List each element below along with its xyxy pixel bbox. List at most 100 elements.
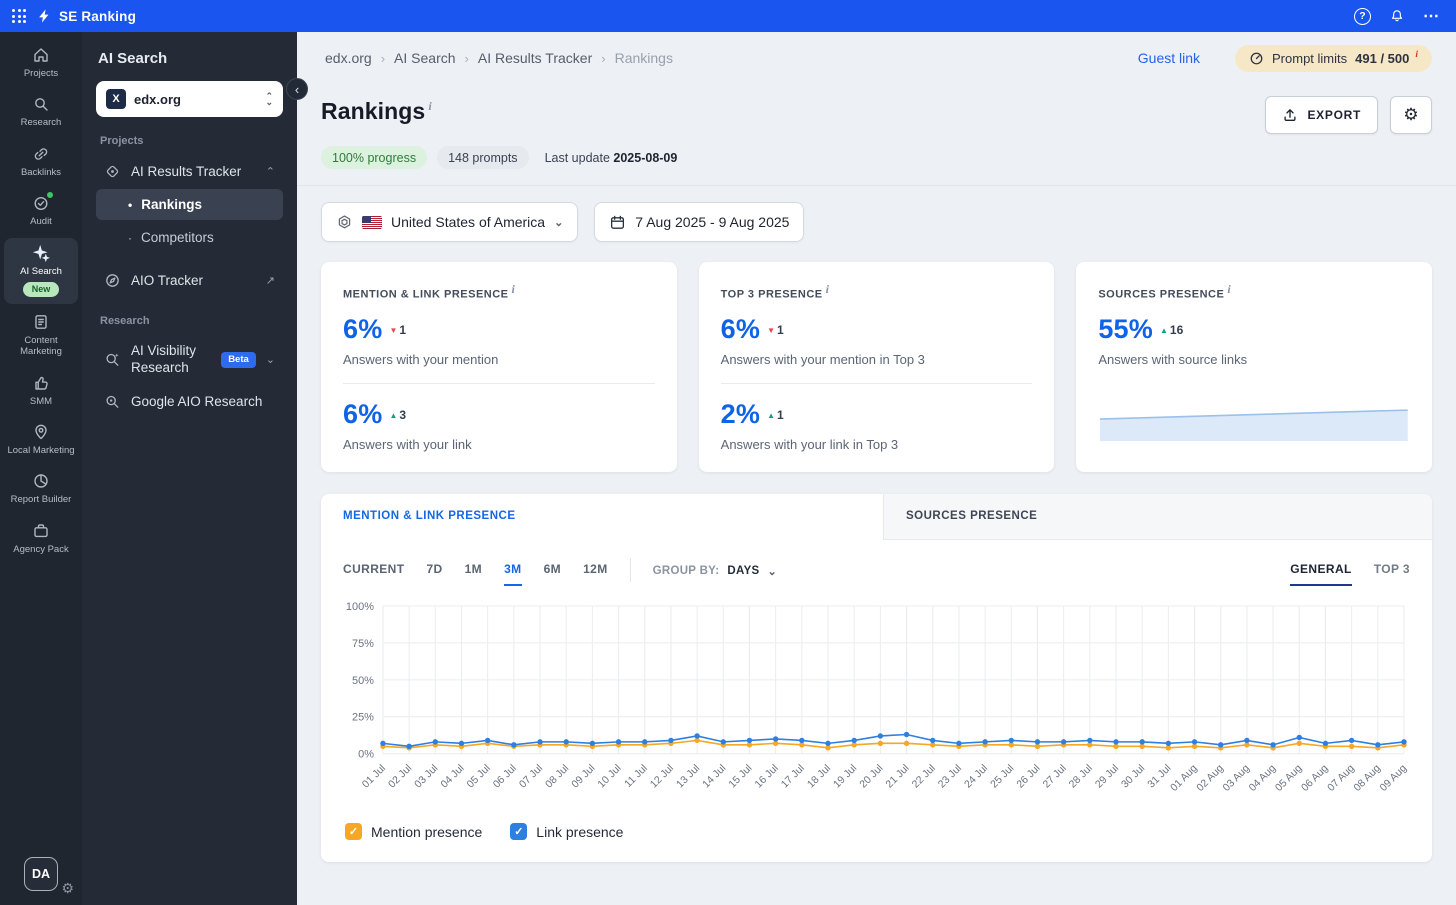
legend-mention-presence[interactable]: ✓ Mention presence xyxy=(345,823,482,841)
breadcrumb-item[interactable]: AI Results Tracker xyxy=(478,50,592,66)
breadcrumb-current: Rankings xyxy=(614,50,673,66)
openai-icon xyxy=(336,214,353,231)
main-area: ‹ edx.org › AI Search › AI Results Track… xyxy=(286,32,1456,905)
range-tabs: CURRENT 7D 1M 3M 6M 12M xyxy=(343,562,608,586)
sidebar-collapse-button[interactable]: ‹ xyxy=(286,78,308,100)
gauge-icon xyxy=(1249,51,1264,66)
last-update-date: 2025-08-09 xyxy=(613,150,678,165)
sidebar-item-aio-tracker[interactable]: AIO Tracker ↗ xyxy=(96,264,283,297)
range-tab-3m[interactable]: 3M xyxy=(504,562,522,586)
svg-text:12 Jul: 12 Jul xyxy=(649,763,677,791)
view-tab-general[interactable]: GENERAL xyxy=(1290,562,1352,586)
chevron-down-icon: ⌄ xyxy=(554,216,564,229)
svg-text:50%: 50% xyxy=(352,674,374,686)
brand-logo[interactable]: SE Ranking xyxy=(36,8,136,24)
progress-badge: 100% progress xyxy=(321,146,428,169)
section-label-projects: Projects xyxy=(100,135,144,147)
chevron-down-icon[interactable]: ⌄ xyxy=(266,353,275,366)
tab-mention-link-presence[interactable]: MENTION & LINK PRESENCE xyxy=(321,493,883,540)
rail-item-smm[interactable]: SMM xyxy=(4,368,78,414)
rail-item-content-marketing[interactable]: Content Marketing xyxy=(4,307,78,365)
us-flag-icon xyxy=(362,215,382,229)
chevron-up-icon[interactable]: ⌃ xyxy=(266,165,275,178)
rail-label: Backlinks xyxy=(20,166,62,178)
top-bar: SE Ranking ? ⋯ xyxy=(0,0,1456,32)
date-range-picker[interactable]: 7 Aug 2025 - 9 Aug 2025 xyxy=(594,202,805,242)
group-by-select[interactable]: GROUP BY: DAYS ⌄ xyxy=(653,565,777,586)
export-button[interactable]: EXPORT xyxy=(1265,96,1378,134)
rail-item-ai-search[interactable]: AI Search New xyxy=(4,237,78,304)
external-link-icon: ↗ xyxy=(265,275,275,287)
sidebar-item-label: Rankings xyxy=(141,197,202,212)
map-pin-icon xyxy=(32,423,50,441)
sidebar-item-ai-visibility-research[interactable]: AI Visibility Research Beta ⌄ xyxy=(96,335,283,385)
tab-sources-presence[interactable]: SOURCES PRESENCE xyxy=(883,493,1432,540)
svg-text:06 Jul: 06 Jul xyxy=(491,763,519,791)
group-by-value: DAYS xyxy=(727,565,760,578)
app-window: SE Ranking ? ⋯ Projects Research Backlin… xyxy=(0,0,1456,905)
settings-button[interactable]: ⚙ xyxy=(1390,96,1432,134)
sidebar-item-competitors[interactable]: · Competitors xyxy=(96,222,283,253)
rail-item-research[interactable]: Research xyxy=(4,89,78,135)
last-update: Last update 2025-08-09 xyxy=(544,150,678,165)
link-checkbox[interactable]: ✓ xyxy=(510,823,528,841)
prompt-limits-badge[interactable]: Prompt limits 491 / 500 i xyxy=(1235,44,1432,72)
sidebar-item-rankings[interactable]: • Rankings xyxy=(96,189,283,220)
breadcrumb-item[interactable]: edx.org xyxy=(325,50,372,66)
guest-link[interactable]: Guest link xyxy=(1138,50,1200,66)
app-shell: Projects Research Backlinks Audit AI Sea… xyxy=(0,32,1456,905)
range-tab-7d[interactable]: 7D xyxy=(426,562,442,586)
rail-label: Research xyxy=(20,117,62,129)
svg-text:05 Aug: 05 Aug xyxy=(1274,763,1305,794)
svg-text:21 Jul: 21 Jul xyxy=(884,763,912,791)
calendar-icon xyxy=(609,214,626,231)
breadcrumb-item[interactable]: AI Search xyxy=(394,50,455,66)
svg-text:01 Aug: 01 Aug xyxy=(1169,763,1200,794)
rail-item-local-marketing[interactable]: Local Marketing xyxy=(4,417,78,463)
presence-chart-card: MENTION & LINK PRESENCE SOURCES PRESENCE… xyxy=(321,493,1432,863)
svg-text:02 Aug: 02 Aug xyxy=(1195,763,1226,794)
range-tab-12m[interactable]: 12M xyxy=(583,562,608,586)
help-icon[interactable]: ? xyxy=(1354,7,1371,25)
stat-row: 2% ▲ 1 xyxy=(721,399,1033,430)
range-tab-current[interactable]: CURRENT xyxy=(343,562,404,586)
rail-label: Projects xyxy=(23,68,59,79)
nav-rail: Projects Research Backlinks Audit AI Sea… xyxy=(0,32,82,905)
bullet-icon: • xyxy=(128,197,133,212)
rail-item-projects[interactable]: Projects xyxy=(4,40,78,86)
sidebar-item-label: AIO Tracker xyxy=(131,273,204,288)
svg-text:23 Jul: 23 Jul xyxy=(937,763,965,791)
bell-icon[interactable] xyxy=(1389,8,1405,24)
range-tab-1m[interactable]: 1M xyxy=(465,562,482,586)
sidebar-item-ai-results-tracker[interactable]: AI Results Tracker ⌃ xyxy=(96,155,283,188)
sidebar-item-google-aio-research[interactable]: Google AIO Research xyxy=(96,385,283,418)
new-badge: New xyxy=(22,281,60,297)
apps-grid-icon[interactable] xyxy=(12,9,26,23)
rail-item-report-builder[interactable]: Report Builder xyxy=(4,466,78,512)
rail-label: SMM xyxy=(29,395,53,407)
check-icon: ✓ xyxy=(514,826,524,839)
project-selector[interactable]: X edx.org ⌃ ⌄ xyxy=(96,81,283,117)
settings-gear-icon[interactable]: ⚙ xyxy=(61,880,74,897)
rail-item-agency-pack[interactable]: Agency Pack xyxy=(4,516,78,562)
rail-item-audit[interactable]: Audit xyxy=(4,188,78,234)
sidebar-item-label: AI Results Tracker xyxy=(131,164,242,179)
view-tab-top3[interactable]: TOP 3 xyxy=(1374,562,1410,586)
more-menu-icon[interactable]: ⋯ xyxy=(1423,6,1440,26)
rail-item-backlinks[interactable]: Backlinks xyxy=(4,139,78,185)
svg-text:01 Jul: 01 Jul xyxy=(361,763,389,791)
svg-text:09 Jul: 09 Jul xyxy=(570,763,598,791)
svg-text:26 Jul: 26 Jul xyxy=(1015,763,1043,791)
legend-link-presence[interactable]: ✓ Link presence xyxy=(510,823,623,841)
down-triangle-icon: ▼ xyxy=(767,325,776,335)
mention-checkbox[interactable]: ✓ xyxy=(345,823,362,841)
up-triangle-icon: ▲ xyxy=(767,410,776,420)
avatar[interactable]: DA xyxy=(24,857,58,891)
stat-row: 6% ▼ 1 xyxy=(343,314,655,345)
divider xyxy=(629,557,631,582)
presence-line-chart[interactable]: 0%25%50%75%100%01 Jul02 Jul03 Jul04 Jul0… xyxy=(335,596,1418,818)
engine-region-select[interactable]: United States of America ⌄ xyxy=(321,202,579,242)
upload-icon xyxy=(1282,107,1298,123)
range-tab-6m[interactable]: 6M xyxy=(544,562,561,586)
mention-link-presence-card: MENTION & LINK PRESENCE i 6% ▼ 1 Answers w… xyxy=(321,262,677,472)
